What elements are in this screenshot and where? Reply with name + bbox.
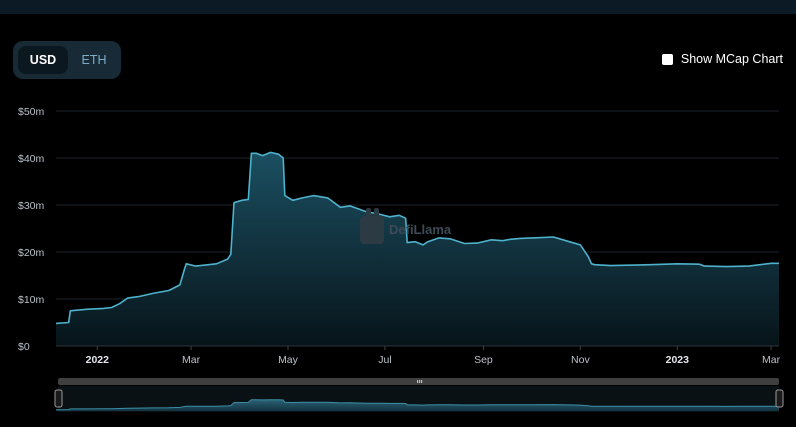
grip-icon — [417, 380, 423, 383]
x-tick-label: Mar — [182, 354, 201, 366]
y-axis: $0 $10m $20m $30m $40m $50m — [18, 106, 45, 353]
x-tick-label: May — [278, 354, 299, 366]
x-tick-label: 2023 — [666, 354, 690, 366]
navigator-scrollbar[interactable] — [58, 378, 779, 385]
y-tick-label: $0 — [18, 341, 30, 353]
x-tick-label: 2022 — [86, 354, 110, 366]
drag-handle-icon[interactable] — [775, 389, 784, 408]
x-tick-label: Sep — [474, 354, 493, 366]
drag-handle-icon[interactable] — [54, 389, 63, 408]
x-axis: 2022 Mar May Jul Sep Nov 2023 Mar — [86, 346, 781, 366]
y-tick-label: $30m — [18, 200, 45, 212]
x-tick-label: Jul — [378, 354, 391, 366]
tvl-chart: $0 $10m $20m $30m $40m $50m DefiLlama 2022 Mar… — [18, 106, 784, 412]
range-navigator[interactable] — [54, 378, 784, 412]
x-tick-label: Mar — [762, 354, 781, 366]
y-tick-label: $40m — [18, 153, 45, 165]
y-tick-label: $10m — [18, 294, 45, 306]
x-tick-label: Nov — [571, 354, 590, 366]
y-tick-label: $20m — [18, 247, 45, 259]
series-area-tvl — [56, 152, 779, 346]
plot-area — [55, 151, 779, 347]
watermark-text: DefiLlama — [389, 222, 452, 237]
y-tick-label: $50m — [18, 106, 45, 118]
